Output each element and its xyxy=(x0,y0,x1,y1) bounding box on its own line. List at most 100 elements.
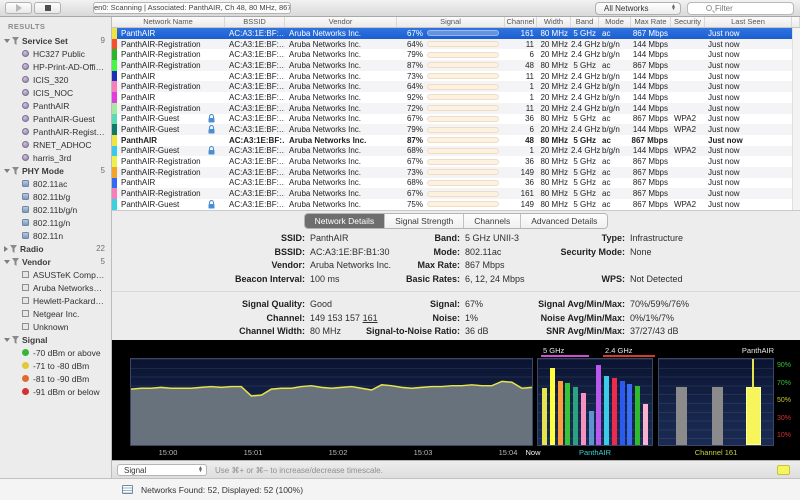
table-row[interactable]: PanthAIR AC:A3:1E:BF:… Aruba Networks In… xyxy=(112,178,800,189)
last-seen-value: Just now xyxy=(705,82,792,91)
vendor-icon xyxy=(22,284,29,291)
detail-value: 0%/1%/7% xyxy=(630,313,689,327)
sidebar-item-vendor[interactable]: Aruba Networks… xyxy=(0,281,111,294)
details-tab[interactable]: Channels xyxy=(464,214,521,228)
network-filter-dropdown[interactable]: All Networks ▲▼ xyxy=(595,2,681,15)
band-value: 5 GHz xyxy=(571,61,599,70)
sidebar-item-vendor[interactable]: Unknown xyxy=(0,320,111,333)
detail-label: Channel Width: xyxy=(112,326,305,340)
details-tab[interactable]: Signal Strength xyxy=(385,214,464,228)
mode-value: b/g/n xyxy=(599,104,631,113)
sidebar-item-phy[interactable]: 802.11n xyxy=(0,229,111,242)
filter-input[interactable] xyxy=(715,4,775,13)
network-name: PanthAIR-Guest xyxy=(121,114,208,123)
spectrum-bar xyxy=(573,387,578,445)
col-channel[interactable]: Channel xyxy=(505,17,537,27)
table-row[interactable]: PanthAIR-Registration AC:A3:1E:BF:… Arub… xyxy=(112,103,800,114)
width-value: 80 MHz xyxy=(537,189,571,198)
sidebar-section-signal[interactable]: Signal xyxy=(0,333,111,346)
table-row[interactable]: PanthAIR AC:A3:1E:BF:… Aruba Networks In… xyxy=(112,28,800,39)
channel-value: 48 xyxy=(505,136,537,145)
network-name: PanthAIR-Registration xyxy=(121,61,225,70)
service-set-list: HC327 Public HP-Print-AD-Offi… ICIS_320 … xyxy=(0,47,111,164)
signal-bar xyxy=(427,159,499,165)
details-tab[interactable]: Advanced Details xyxy=(521,214,607,228)
table-row[interactable]: PanthAIR-Registration AC:A3:1E:BF:… Arub… xyxy=(112,60,800,71)
sidebar-item-network[interactable]: ICIS_NOC xyxy=(0,86,111,99)
sidebar-section-vendor[interactable]: Vendor 5 xyxy=(0,255,111,268)
col-width[interactable]: Width xyxy=(537,17,571,27)
col-band[interactable]: Band xyxy=(571,17,599,27)
table-row[interactable]: PanthAIR-Guest AC:A3:1E:BF:… Aruba Netwo… xyxy=(112,124,800,135)
sidebar-item-network[interactable]: PanthAIR-Guest xyxy=(0,112,111,125)
col-max-rate[interactable]: Max Rate xyxy=(631,17,671,27)
table-row[interactable]: PanthAIR-Registration AC:A3:1E:BF:… Arub… xyxy=(112,167,800,178)
table-row[interactable]: PanthAIR-Registration AC:A3:1E:BF:… Arub… xyxy=(112,188,800,199)
sidebar-item-network[interactable]: PanthAIR-Regist… xyxy=(0,125,111,138)
channel-chart[interactable] xyxy=(658,358,774,446)
sidebar-item-vendor[interactable]: Hewlett-Packard… xyxy=(0,294,111,307)
disclosure-open-icon[interactable] xyxy=(4,39,10,43)
sidebar-item-network[interactable]: PanthAIR xyxy=(0,99,111,112)
sidebar-section-phy-mode[interactable]: PHY Mode 5 xyxy=(0,164,111,177)
chart-metric-dropdown[interactable]: Signal ▲▼ xyxy=(117,464,207,476)
table-row[interactable]: PanthAIR-Registration AC:A3:1E:BF:… Arub… xyxy=(112,81,800,92)
col-network-name[interactable]: Network Name xyxy=(112,17,225,27)
detail-value: Not Detected xyxy=(630,274,683,288)
table-row[interactable]: PanthAIR-Guest AC:A3:1E:BF:… Aruba Netwo… xyxy=(112,114,800,125)
table-row[interactable]: PanthAIR AC:A3:1E:BF:… Aruba Networks In… xyxy=(112,92,800,103)
disclosure-open-icon[interactable] xyxy=(4,260,10,264)
bssid-value: AC:A3:1E:BF:… xyxy=(225,200,285,209)
sidebar-item-signal-range[interactable]: -91 dBm or below xyxy=(0,385,111,398)
table-header[interactable]: Network Name BSSID Vendor Signal Channel… xyxy=(112,17,800,28)
sidebar-item-phy[interactable]: 802.11g/n xyxy=(0,216,111,229)
sidebar-section-radio[interactable]: Radio 22 xyxy=(0,242,111,255)
col-vendor[interactable]: Vendor xyxy=(285,17,397,27)
disclosure-open-icon[interactable] xyxy=(4,169,10,173)
col-last-seen[interactable]: Last Seen xyxy=(705,17,792,27)
table-row[interactable]: PanthAIR-Registration AC:A3:1E:BF:… Arub… xyxy=(112,39,800,50)
table-row[interactable]: PanthAIR-Registration AC:A3:1E:BF:… Arub… xyxy=(112,156,800,167)
signal-cell: 73% xyxy=(397,72,505,81)
sidebar-item-vendor[interactable]: Netgear Inc. xyxy=(0,307,111,320)
disclosure-open-icon[interactable] xyxy=(4,338,10,342)
signal-history-chart[interactable] xyxy=(130,358,533,446)
col-mode[interactable]: Mode xyxy=(599,17,631,27)
sidebar-item-network[interactable]: harris_3rd xyxy=(0,151,111,164)
col-signal[interactable]: Signal xyxy=(397,17,505,27)
disclosure-closed-icon[interactable] xyxy=(4,246,8,252)
sidebar-item-phy[interactable]: 802.11b/g xyxy=(0,190,111,203)
sidebar-item-network[interactable]: HC327 Public xyxy=(0,47,111,60)
table-row[interactable]: PanthAIR-Registration AC:A3:1E:BF:… Arub… xyxy=(112,49,800,60)
sidebar-item-phy[interactable]: 802.11ac xyxy=(0,177,111,190)
col-security[interactable]: Security xyxy=(671,17,705,27)
signal-bar xyxy=(427,169,499,175)
vendor-value: Aruba Networks Inc. xyxy=(285,61,397,70)
sidebar-item-signal-range[interactable]: -70 dBm or above xyxy=(0,346,111,359)
sidebar-item-network[interactable]: HP-Print-AD-Offi… xyxy=(0,60,111,73)
table-row[interactable]: PanthAIR-Guest AC:A3:1E:BF:… Aruba Netwo… xyxy=(112,146,800,157)
table-row[interactable]: PanthAIR-Guest AC:A3:1E:BF:… Aruba Netwo… xyxy=(112,199,800,210)
list-icon[interactable] xyxy=(122,485,133,494)
sidebar-item-signal-range[interactable]: -71 to -80 dBm xyxy=(0,359,111,372)
table-row[interactable]: PanthAIR AC:A3:1E:BF:… Aruba Networks In… xyxy=(112,71,800,82)
table-row[interactable]: PanthAIR AC:A3:1E:BF:… Aruba Networks In… xyxy=(112,135,800,146)
scan-stop-button[interactable] xyxy=(34,2,61,14)
sidebar-item-label: -91 dBm or below xyxy=(33,387,100,397)
networks-found-status: Networks Found: 52, Displayed: 52 (100%) xyxy=(141,485,303,495)
last-seen-value: Just now xyxy=(705,104,792,113)
sidebar-item-network[interactable]: RNET_ADHOC xyxy=(0,138,111,151)
mode-value: ac xyxy=(599,189,631,198)
scan-play-button[interactable] xyxy=(5,2,32,14)
spectrum-chart[interactable] xyxy=(537,358,653,446)
sidebar-section-service-set[interactable]: Service Set 9 xyxy=(0,34,111,47)
sidebar-item-network[interactable]: ICIS_320 xyxy=(0,73,111,86)
sidebar-item-signal-range[interactable]: -81 to -90 dBm xyxy=(0,372,111,385)
sidebar-item-phy[interactable]: 802.11b/g/n xyxy=(0,203,111,216)
sidebar-item-vendor[interactable]: ASUSTeK Comp… xyxy=(0,268,111,281)
details-tab[interactable]: Network Details xyxy=(305,214,386,228)
table-scrollbar[interactable] xyxy=(792,28,800,210)
filter-search-field[interactable] xyxy=(687,2,794,15)
col-bssid[interactable]: BSSID xyxy=(225,17,285,27)
series-color-swatch[interactable] xyxy=(777,465,790,475)
